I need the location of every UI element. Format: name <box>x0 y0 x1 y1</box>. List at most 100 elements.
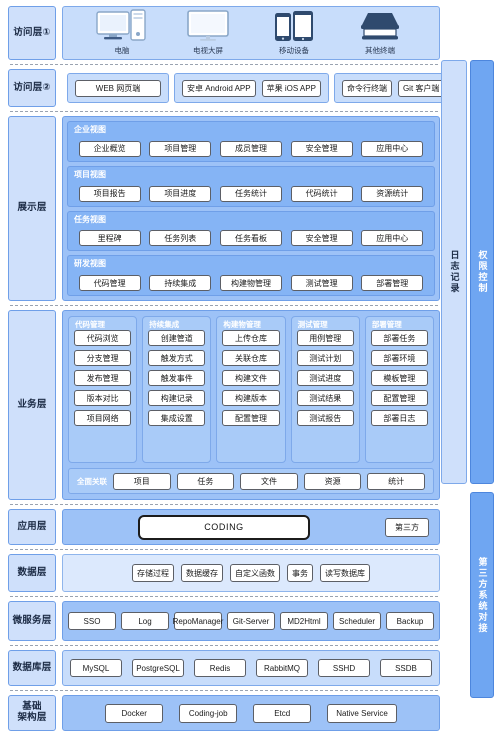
business-item[interactable]: 模板管理 <box>370 370 429 386</box>
business-item[interactable]: 关联仓库 <box>222 350 280 366</box>
view-item[interactable]: 企业概览 <box>78 140 141 157</box>
data-item[interactable]: 自定义函数 <box>230 564 280 582</box>
view-item[interactable]: 项目报告 <box>78 185 141 202</box>
data-item[interactable]: 读写数据库 <box>320 564 370 582</box>
business-group-artifact-title: 构建物管理 <box>223 320 261 329</box>
view-item[interactable]: 代码统计 <box>290 185 353 202</box>
device-mobile-label: 移动设备 <box>279 46 309 55</box>
business-item[interactable]: 代码浏览 <box>74 330 132 346</box>
view-item[interactable]: 应用中心 <box>361 230 424 247</box>
relation-item[interactable]: 资源 <box>303 472 362 490</box>
client-android[interactable]: 安卓 Android APP <box>182 79 256 97</box>
microservice-item[interactable]: MD2Html <box>280 612 328 630</box>
business-item[interactable]: 用例管理 <box>296 330 354 346</box>
architecture-diagram: 日志记录 权限控制 第三方系统对接 访问层① 电脑 电视大屏 移动设备 其他终端… <box>0 0 500 731</box>
divider <box>10 504 438 505</box>
data-item[interactable]: 数据缓存 <box>181 564 223 582</box>
view-item[interactable]: 测试管理 <box>290 275 353 291</box>
divider <box>10 305 438 306</box>
microservice-item[interactable]: Scheduler <box>333 612 381 630</box>
business-item[interactable]: 上传仓库 <box>222 330 280 346</box>
data-item[interactable]: 事务 <box>287 564 313 582</box>
business-item[interactable]: 集成设置 <box>148 410 206 426</box>
client-cli[interactable]: 命令行终端 <box>341 79 392 97</box>
view-task: 任务视图 里程碑 任务列表 任务看板 安全管理 应用中心 <box>67 210 435 252</box>
database-item[interactable]: MySQL <box>70 659 122 677</box>
layer-display: 展示层 企业视图 企业概览 项目管理 成员管理 安全管理 应用中心 项目视图 项… <box>8 116 440 301</box>
client-web[interactable]: WEB 网页端 <box>75 79 161 97</box>
database-item[interactable]: RabbitMQ <box>256 659 308 677</box>
tv-screen-icon <box>186 7 230 43</box>
microservice-item[interactable]: SSO <box>68 612 116 630</box>
view-item[interactable]: 里程碑 <box>78 230 141 247</box>
view-rnd-title: 研发视图 <box>74 259 106 269</box>
business-item[interactable]: 构建版本 <box>222 390 280 406</box>
business-item[interactable]: 测试进度 <box>296 370 354 386</box>
business-item[interactable]: 部署环境 <box>370 350 429 366</box>
business-item[interactable]: 项目网络 <box>74 410 132 426</box>
database-item[interactable]: Redis <box>194 659 246 677</box>
database-item[interactable]: PostgreSQL <box>132 659 184 677</box>
infrastructure-item[interactable]: Coding-job <box>179 703 238 723</box>
layer-label-infrastructure-line2: 架构层 <box>17 712 47 723</box>
access-2-clients: WEB 网页端 安卓 Android APP 苹果 iOS APP 命令行终端 … <box>62 69 453 107</box>
permission-control-bar: 权限控制 <box>470 60 494 484</box>
business-item[interactable]: 创建管道 <box>148 330 206 346</box>
relation-item[interactable]: 项目 <box>113 472 171 490</box>
business-item[interactable]: 分支管理 <box>74 350 132 366</box>
view-item[interactable]: 构建物管理 <box>219 275 282 291</box>
business-item[interactable]: 构建文件 <box>222 370 280 386</box>
layer-stack: 访问层① 电脑 电视大屏 移动设备 其他终端 访问层② WEB 网页端 安卓 A… <box>8 6 453 731</box>
client-ios[interactable]: 苹果 iOS APP <box>261 79 321 97</box>
relation-item[interactable]: 任务 <box>176 472 235 490</box>
view-item[interactable]: 部署管理 <box>361 275 424 291</box>
business-item[interactable]: 触发方式 <box>148 350 206 366</box>
business-item[interactable]: 测试计划 <box>296 350 354 366</box>
business-item[interactable]: 发布管理 <box>74 370 132 386</box>
coding-platform-box[interactable]: CODING <box>138 514 310 540</box>
infrastructure-items: Docker Coding-job Etcd Native Service <box>62 695 440 731</box>
view-item[interactable]: 成员管理 <box>219 140 282 157</box>
microservice-item[interactable]: Backup <box>386 612 434 630</box>
view-item[interactable]: 安全管理 <box>290 140 353 157</box>
view-item[interactable]: 资源统计 <box>361 185 424 202</box>
business-item[interactable]: 配置管理 <box>222 410 280 426</box>
business-relation-row: 全面关联 项目 任务 文件 资源 统计 <box>68 468 434 494</box>
permission-control-label: 权限控制 <box>477 250 488 294</box>
data-item[interactable]: 存储过程 <box>132 564 174 582</box>
client-git[interactable]: Git 客户端 <box>397 79 445 97</box>
business-item[interactable]: 构建记录 <box>148 390 206 406</box>
microservice-item[interactable]: RepoManager <box>173 612 223 630</box>
third-party-app[interactable]: 第三方 <box>385 517 429 537</box>
relation-item[interactable]: 文件 <box>240 472 298 490</box>
business-item[interactable]: 测试结果 <box>296 390 354 406</box>
database-item[interactable]: SSHD <box>318 659 370 677</box>
business-item[interactable]: 部署任务 <box>370 330 429 346</box>
business-item[interactable]: 触发事件 <box>148 370 206 386</box>
business-item[interactable]: 测试报告 <box>296 410 354 426</box>
database-item[interactable]: SSDB <box>380 659 432 677</box>
view-item[interactable]: 代码管理 <box>78 275 141 291</box>
view-item[interactable]: 项目管理 <box>149 140 212 157</box>
relation-item[interactable]: 统计 <box>367 472 425 490</box>
device-other: 其他终端 <box>337 7 423 56</box>
view-item[interactable]: 任务统计 <box>219 185 282 202</box>
view-item[interactable]: 任务看板 <box>219 230 282 247</box>
infrastructure-item[interactable]: Etcd <box>253 703 312 723</box>
view-item[interactable]: 任务列表 <box>149 230 212 247</box>
view-task-title: 任务视图 <box>74 214 106 224</box>
layer-label-display: 展示层 <box>8 116 56 301</box>
view-enterprise: 企业视图 企业概览 项目管理 成员管理 安全管理 应用中心 <box>67 121 435 162</box>
business-item[interactable]: 版本对比 <box>74 390 132 406</box>
microservice-item[interactable]: Git-Server <box>227 612 275 630</box>
view-item[interactable]: 持续集成 <box>149 275 212 291</box>
device-tv: 电视大屏 <box>165 7 251 56</box>
microservice-item[interactable]: Log <box>121 612 169 630</box>
business-item[interactable]: 配置管理 <box>370 390 429 406</box>
view-item[interactable]: 安全管理 <box>290 230 353 247</box>
view-item[interactable]: 应用中心 <box>361 140 424 157</box>
infrastructure-item[interactable]: Docker <box>105 703 164 723</box>
infrastructure-item[interactable]: Native Service <box>327 703 397 723</box>
view-item[interactable]: 项目进度 <box>149 185 212 202</box>
business-item[interactable]: 部署日志 <box>370 410 429 426</box>
